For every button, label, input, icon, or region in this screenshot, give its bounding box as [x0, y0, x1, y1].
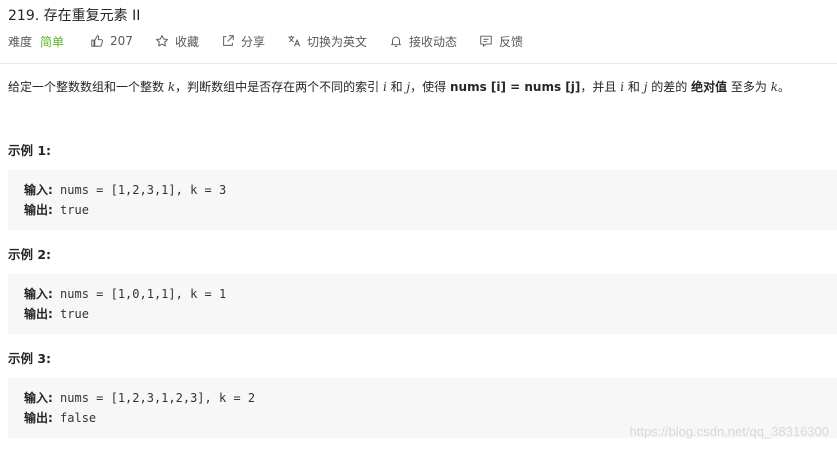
difficulty-badge: 简单	[40, 34, 65, 49]
example-3-output: 输出: false	[24, 411, 97, 425]
example-1-code-block: 输入: nums = [1,2,3,1], k = 3 输出: true	[8, 170, 837, 230]
example-2-input: 输入: nums = [1,0,1,1], k = 1	[24, 287, 227, 301]
switch-language-button[interactable]: 切换为英文	[287, 33, 367, 50]
favorite-button[interactable]: 收藏	[155, 33, 199, 50]
notify-button[interactable]: 接收动态	[389, 33, 457, 50]
problem-title: 219. 存在重复元素 II	[8, 8, 141, 24]
translate-icon	[288, 35, 301, 47]
problem-meta-bar: 难度 简单 207 收藏 分享 切换为英文 接收动态 反馈	[8, 31, 545, 51]
example-2-code-block: 输入: nums = [1,0,1,1], k = 1 输出: true	[8, 274, 837, 334]
feedback-button[interactable]: 反馈	[479, 33, 523, 50]
like-button[interactable]: 207	[90, 34, 133, 48]
example-3-title: 示例 3:	[8, 351, 52, 366]
example-1-input: 输入: nums = [1,2,3,1], k = 3	[24, 183, 227, 197]
example-1-output: 输出: true	[24, 203, 89, 217]
notify-label: 接收动态	[408, 34, 457, 49]
example-2-title: 示例 2:	[8, 247, 52, 262]
share-label: 分享	[240, 34, 265, 49]
example-1-title: 示例 1:	[8, 143, 52, 158]
share-button[interactable]: 分享	[221, 33, 265, 50]
share-icon	[223, 35, 234, 46]
thumbs-up-icon	[91, 35, 103, 47]
favorite-label: 收藏	[174, 34, 199, 49]
bell-icon	[391, 36, 401, 47]
header-divider	[0, 63, 837, 64]
difficulty-label: 难度	[8, 34, 33, 49]
star-icon	[156, 35, 168, 47]
example-2-output: 输出: true	[24, 307, 89, 321]
watermark: https://blog.csdn.net/qq_38316300	[629, 424, 830, 439]
like-count: 207	[110, 34, 133, 48]
example-3-input: 输入: nums = [1,2,3,1,2,3], k = 2	[24, 391, 256, 405]
switch-language-label: 切换为英文	[306, 34, 367, 49]
problem-description: 给定一个整数数组和一个整数 k，判断数组中是否存在两个不同的索引 i 和 j，使…	[8, 80, 791, 94]
feedback-label: 反馈	[499, 34, 524, 49]
feedback-icon	[480, 35, 492, 47]
